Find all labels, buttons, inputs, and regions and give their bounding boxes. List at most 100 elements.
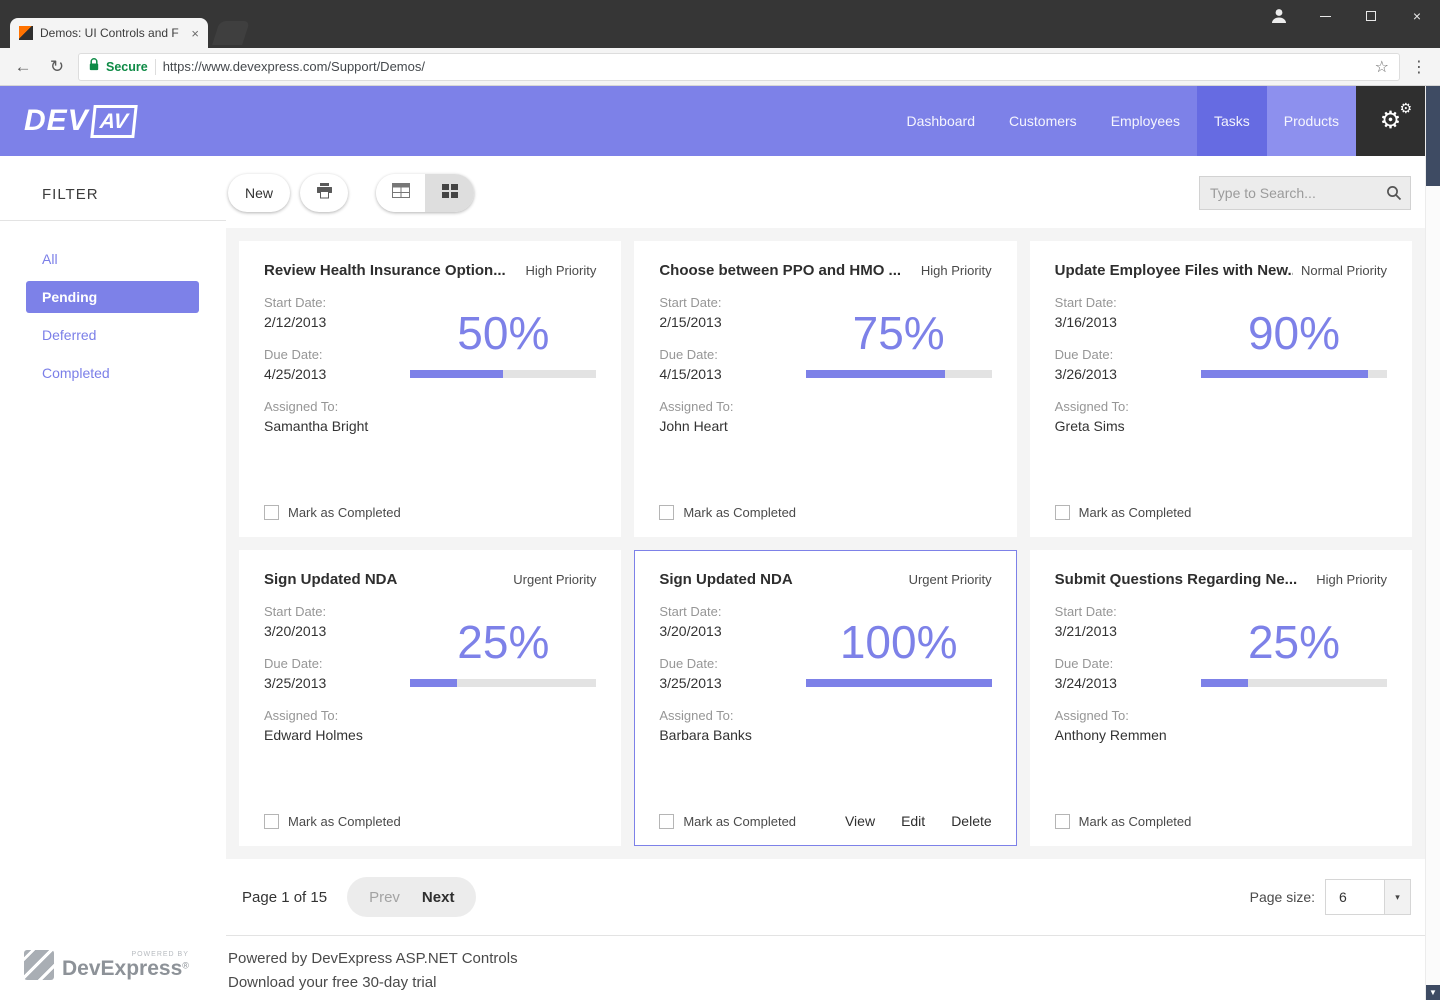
filter-item-deferred[interactable]: Deferred	[26, 319, 199, 351]
assigned-to-value: Barbara Banks	[659, 727, 752, 743]
print-button[interactable]	[300, 174, 348, 212]
page-size-label: Page size:	[1250, 889, 1315, 905]
profile-icon[interactable]	[1256, 0, 1302, 32]
mark-completed-checkbox[interactable]: Mark as Completed	[659, 505, 796, 520]
mark-completed-checkbox[interactable]: Mark as Completed	[659, 814, 796, 829]
mark-completed-checkbox[interactable]: Mark as Completed	[1055, 505, 1192, 520]
new-tab-button[interactable]	[212, 21, 250, 45]
pager-buttons: Prev Next	[347, 877, 476, 917]
task-info: Start Date: 3/20/2013 Due Date: 3/25/201…	[264, 604, 363, 814]
assigned-to-label: Assigned To:	[659, 708, 752, 723]
scrollbar-thumb[interactable]	[1426, 86, 1440, 186]
address-bar[interactable]: Secure https://www.devexpress.com/Suppor…	[78, 53, 1400, 81]
mark-completed-checkbox[interactable]: Mark as Completed	[264, 505, 401, 520]
filter-divider	[0, 220, 226, 221]
page-size-value: 6	[1326, 880, 1384, 914]
task-card[interactable]: Submit Questions Regarding Ne... High Pr…	[1030, 550, 1412, 846]
start-date-label: Start Date:	[264, 295, 368, 310]
task-progress: 25%	[410, 604, 596, 814]
assigned-to-label: Assigned To:	[1055, 399, 1129, 414]
start-date-label: Start Date:	[1055, 604, 1167, 619]
start-date-label: Start Date:	[264, 604, 363, 619]
bookmark-star-icon[interactable]: ☆	[1375, 57, 1389, 77]
next-page-button[interactable]: Next	[422, 889, 455, 906]
browser-menu-icon[interactable]: ⋮	[1408, 57, 1430, 77]
task-card[interactable]: Update Employee Files with New... Normal…	[1030, 241, 1412, 537]
prev-page-button[interactable]: Prev	[369, 889, 400, 906]
nav-item-employees[interactable]: Employees	[1094, 86, 1197, 156]
logo-dev-text: DEV	[24, 104, 89, 138]
task-info: Start Date: 2/15/2013 Due Date: 4/15/201…	[659, 295, 733, 505]
card-view-icon	[442, 184, 458, 203]
search-input[interactable]	[1199, 176, 1411, 210]
nav-item-customers[interactable]: Customers	[992, 86, 1094, 156]
devexpress-brand-text: DevExpress	[62, 957, 182, 980]
view-action[interactable]: View	[845, 813, 875, 829]
nav-item-products[interactable]: Products	[1267, 86, 1356, 156]
task-card[interactable]: Sign Updated NDA Urgent Priority Start D…	[239, 550, 621, 846]
progress-bar	[806, 679, 992, 687]
filter-item-pending[interactable]: Pending	[26, 281, 199, 313]
task-title: Update Employee Files with New...	[1055, 262, 1293, 279]
maximize-button[interactable]	[1348, 0, 1394, 32]
refresh-button[interactable]: ↻	[44, 57, 70, 77]
task-title: Sign Updated NDA	[264, 571, 397, 588]
filter-item-all[interactable]: All	[26, 243, 199, 275]
url-text[interactable]: https://www.devexpress.com/Support/Demos…	[163, 59, 1368, 74]
checkbox-box	[1055, 505, 1070, 520]
mark-completed-checkbox[interactable]: Mark as Completed	[1055, 814, 1192, 829]
back-button[interactable]: ←	[10, 57, 36, 77]
task-priority: High Priority	[921, 263, 992, 278]
delete-action[interactable]: Delete	[951, 813, 991, 829]
edit-action[interactable]: Edit	[901, 813, 925, 829]
browser-tab[interactable]: Demos: UI Controls and F ×	[10, 18, 208, 48]
page-info: Page 1 of 15	[242, 889, 327, 906]
task-cards-panel: Review Health Insurance Option... High P…	[226, 228, 1425, 859]
page-size-select[interactable]: 6 ▾	[1325, 879, 1411, 915]
secure-badge[interactable]: Secure	[106, 60, 148, 74]
due-date-label: Due Date:	[264, 656, 363, 671]
assigned-to-label: Assigned To:	[1055, 708, 1167, 723]
table-view-button[interactable]	[376, 174, 425, 212]
devexpress-favicon-icon	[19, 26, 33, 40]
settings-button[interactable]: ⚙ ⚙	[1356, 86, 1425, 156]
checkbox-label: Mark as Completed	[1079, 814, 1192, 829]
devexpress-logo-icon	[24, 950, 54, 980]
registered-mark: ®	[182, 961, 189, 971]
start-date-value: 3/20/2013	[659, 623, 752, 639]
tab-close-icon[interactable]: ×	[191, 26, 199, 41]
mark-completed-checkbox[interactable]: Mark as Completed	[264, 814, 401, 829]
task-title: Choose between PPO and HMO ...	[659, 262, 901, 279]
start-date-value: 3/21/2013	[1055, 623, 1167, 639]
close-button[interactable]: ×	[1394, 0, 1440, 32]
task-card-selected[interactable]: Sign Updated NDA Urgent Priority Start D…	[634, 550, 1016, 846]
nav-item-tasks[interactable]: Tasks	[1197, 86, 1267, 156]
due-date-value: 4/15/2013	[659, 366, 733, 382]
progress-percent: 75%	[806, 309, 992, 357]
search-icon[interactable]	[1386, 185, 1402, 206]
footer-text: Powered by DevExpress ASP.NET Controls D…	[226, 950, 518, 991]
page-size-control: Page size: 6 ▾	[1250, 879, 1411, 915]
download-trial-link[interactable]: Download your free 30-day trial	[228, 974, 518, 991]
devav-logo: DEV AV	[0, 86, 135, 156]
task-card[interactable]: Review Health Insurance Option... High P…	[239, 241, 621, 537]
page-scrollbar[interactable]: ▼	[1425, 86, 1440, 1000]
due-date-label: Due Date:	[1055, 347, 1129, 362]
new-task-button[interactable]: New	[228, 174, 290, 212]
nav-item-dashboard[interactable]: Dashboard	[890, 86, 993, 156]
checkbox-label: Mark as Completed	[683, 505, 796, 520]
progress-bar-fill	[1201, 679, 1248, 687]
checkbox-box	[659, 505, 674, 520]
view-toggle-group	[376, 174, 474, 212]
task-progress: 25%	[1201, 604, 1387, 814]
tab-title: Demos: UI Controls and F	[40, 26, 184, 40]
task-priority: High Priority	[526, 263, 597, 278]
filter-title: FILTER	[42, 186, 226, 203]
card-view-button[interactable]	[425, 174, 474, 212]
scroll-down-arrow[interactable]: ▼	[1426, 985, 1440, 1000]
task-card[interactable]: Choose between PPO and HMO ... High Prio…	[634, 241, 1016, 537]
filter-item-completed[interactable]: Completed	[26, 357, 199, 389]
progress-bar	[1201, 370, 1387, 378]
devexpress-logo[interactable]: POWERED BY DevExpress®	[0, 950, 226, 980]
minimize-button[interactable]	[1302, 0, 1348, 32]
